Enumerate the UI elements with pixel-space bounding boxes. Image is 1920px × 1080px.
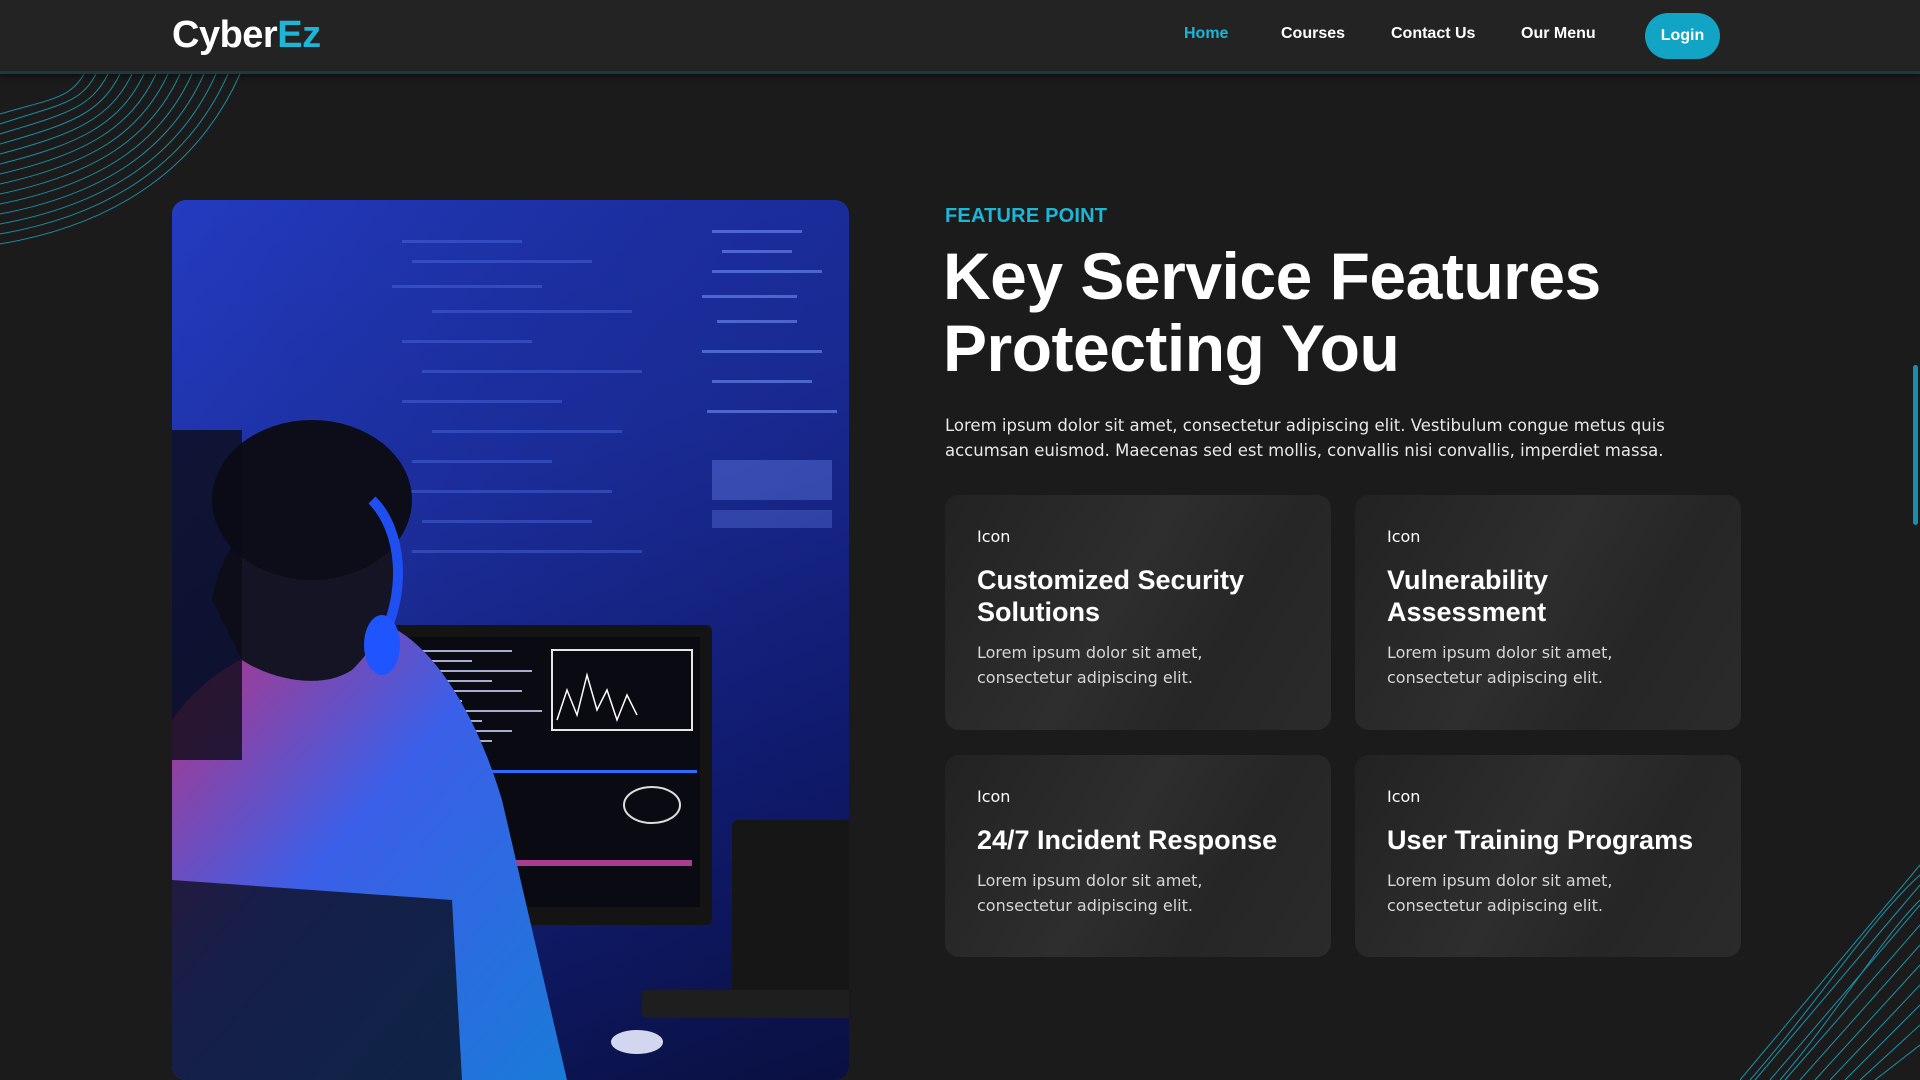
decorative-curves-top-left xyxy=(0,74,241,245)
feature-title: User Training Programs xyxy=(1387,825,1694,855)
feature-icon: Icon xyxy=(977,787,1011,806)
section-eyebrow: FEATURE POINT xyxy=(945,205,1108,227)
feature-text: Lorem ipsum dolor sit amet, consectetur … xyxy=(977,643,1203,687)
feature-card: Icon Vulnerability Assessment Lorem ipsu… xyxy=(1355,495,1741,730)
nav-contact-link[interactable]: Contact Us xyxy=(1391,25,1475,43)
nav-courses-link[interactable]: Courses xyxy=(1281,25,1345,43)
nav-home-link[interactable]: Home xyxy=(1184,25,1228,43)
site-header: CyberEz Home Courses Contact Us Our Menu… xyxy=(0,0,1920,74)
feature-text: Lorem ipsum dolor sit amet, consectetur … xyxy=(1387,871,1613,915)
main-nav: Home Courses Contact Us Our Menu xyxy=(0,0,1920,74)
feature-card: Icon Customized Security Solutions Lorem… xyxy=(945,495,1331,730)
feature-icon: Icon xyxy=(977,527,1011,546)
feature-icon: Icon xyxy=(1387,787,1421,806)
hero-image xyxy=(172,200,849,1080)
feature-title: 24/7 Incident Response xyxy=(977,825,1278,855)
feature-title: Vulnerability Assessment xyxy=(1387,565,1549,627)
section-title-line1: Key Service Features xyxy=(943,239,1601,313)
feature-card: Icon User Training Programs Lorem ipsum … xyxy=(1355,755,1741,957)
scrollbar-thumb[interactable] xyxy=(1913,365,1918,525)
nav-our-menu-link[interactable]: Our Menu xyxy=(1521,25,1596,43)
feature-title: Customized Security Solutions xyxy=(977,565,1245,627)
section-intro: Lorem ipsum dolor sit amet, consectetur … xyxy=(945,416,1665,460)
login-button[interactable]: Login xyxy=(1645,13,1720,59)
person-at-computer-illustration xyxy=(172,200,849,1080)
section-title: Key Service Features Protecting You xyxy=(943,240,1743,384)
feature-text: Lorem ipsum dolor sit amet, consectetur … xyxy=(1387,643,1613,687)
section-title-line2: Protecting You xyxy=(943,311,1400,385)
decorative-lines-bottom-right xyxy=(1739,864,1920,1080)
feature-icon: Icon xyxy=(1387,527,1421,546)
feature-card: Icon 24/7 Incident Response Lorem ipsum … xyxy=(945,755,1331,957)
feature-text: Lorem ipsum dolor sit amet, consectetur … xyxy=(977,871,1203,915)
